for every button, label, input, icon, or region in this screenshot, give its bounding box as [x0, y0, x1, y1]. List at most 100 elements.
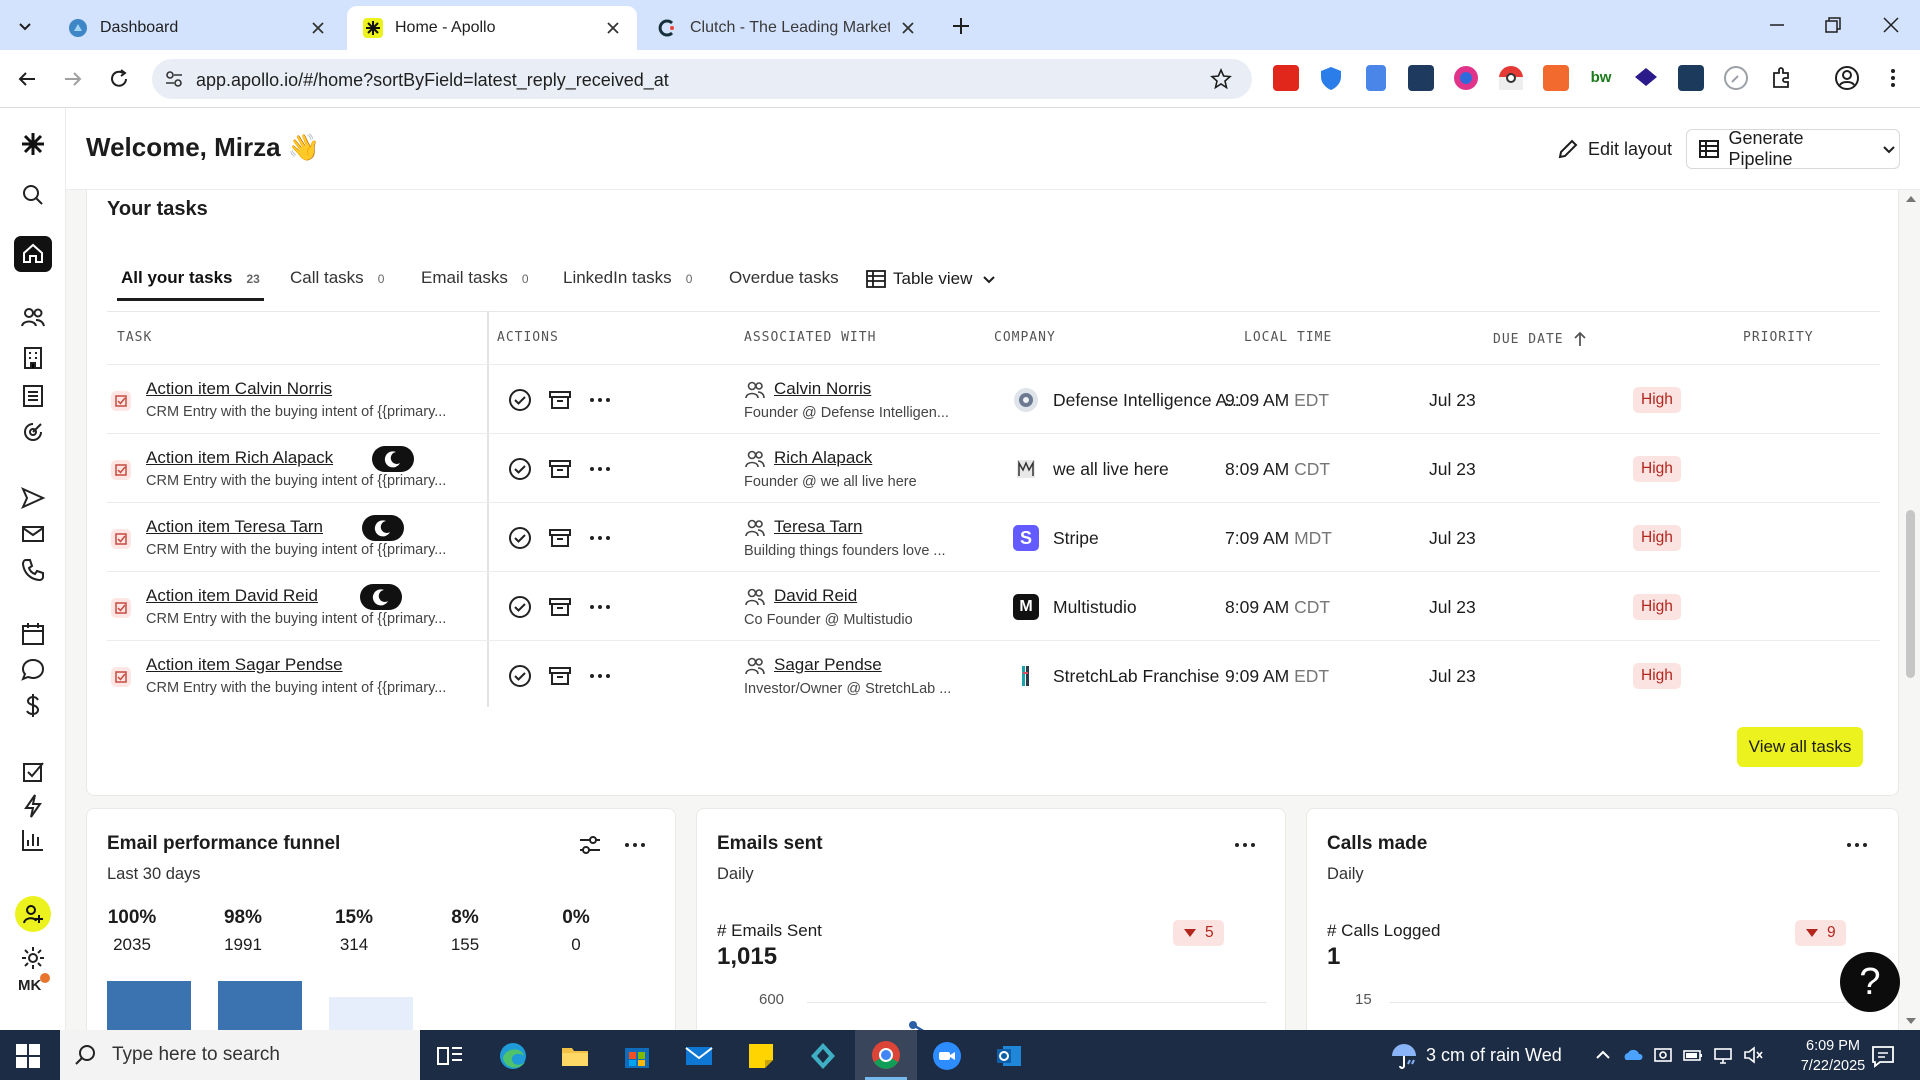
generate-pipeline-dropdown[interactable]: Generate Pipeline [1686, 128, 1900, 169]
chat-icon[interactable] [19, 656, 47, 684]
task-title-link[interactable]: Action item Calvin Norris [146, 379, 332, 399]
funnel-bar[interactable] [218, 981, 302, 1030]
complete-task-icon[interactable] [507, 525, 533, 551]
window-restore-button[interactable] [1820, 12, 1846, 38]
priority-badge[interactable]: High [1633, 594, 1681, 620]
avatar[interactable]: MK [18, 973, 50, 1005]
back-icon[interactable] [14, 66, 40, 92]
col-header-due-date[interactable]: DUE DATE [1493, 330, 1588, 348]
scroll-thumb[interactable] [1906, 510, 1915, 678]
taskbar-chrome-active[interactable] [855, 1030, 917, 1080]
company-name[interactable]: Multistudio [1053, 597, 1137, 618]
outlook-icon[interactable] [993, 1040, 1025, 1072]
company-name[interactable]: StretchLab Franchise [1053, 666, 1219, 687]
more-options-icon[interactable] [587, 594, 613, 620]
task-title-link[interactable]: Action item Rich Alapack [146, 448, 333, 468]
sidebar-item-home[interactable] [14, 236, 52, 272]
radar-icon[interactable] [19, 418, 47, 446]
notifications-icon[interactable] [1870, 1043, 1896, 1069]
mail-icon[interactable] [19, 520, 47, 548]
close-icon[interactable] [603, 18, 623, 38]
taskbar-search-box[interactable]: Type here to search [60, 1030, 420, 1080]
site-settings-icon[interactable] [164, 69, 184, 89]
task-title-link[interactable]: Action item Teresa Tarn [146, 517, 323, 537]
pokeball-extension-icon[interactable] [1498, 65, 1524, 91]
help-button[interactable]: ? [1840, 952, 1900, 1012]
analytics-icon[interactable] [19, 826, 47, 854]
archive-icon[interactable] [547, 456, 573, 482]
scroll-down-icon[interactable] [1905, 1016, 1917, 1026]
more-options-icon[interactable] [587, 456, 613, 482]
task-title-link[interactable]: Action item David Reid [146, 586, 318, 606]
vpn-app-icon[interactable] [807, 1040, 839, 1072]
store-icon[interactable] [621, 1040, 653, 1072]
contact-link[interactable]: Sagar Pendse [774, 655, 882, 675]
archive-icon[interactable] [547, 387, 573, 413]
more-options-icon[interactable] [1845, 835, 1869, 855]
reload-icon[interactable] [106, 66, 132, 92]
meet-now-icon[interactable] [1652, 1044, 1674, 1066]
edge-icon[interactable] [497, 1040, 529, 1072]
apollo-logo-icon[interactable] [19, 130, 47, 158]
more-options-icon[interactable] [587, 387, 613, 413]
tab-search-dropdown[interactable] [12, 13, 38, 39]
forward-icon[interactable] [60, 66, 86, 92]
table-row[interactable]: Action item David Reid CRM Entry with th… [107, 571, 1880, 640]
complete-task-icon[interactable] [507, 594, 533, 620]
task-view-icon[interactable] [434, 1040, 466, 1072]
archive-icon[interactable] [547, 663, 573, 689]
table-row[interactable]: Action item Calvin Norris CRM Entry with… [107, 364, 1880, 433]
funnel-bar[interactable] [107, 981, 191, 1030]
bookmark-star-icon[interactable] [1210, 68, 1232, 90]
contact-link[interactable]: David Reid [774, 586, 857, 606]
calendar-icon[interactable] [19, 620, 47, 648]
view-all-tasks-button[interactable]: View all tasks [1737, 727, 1863, 767]
people-icon[interactable] [19, 304, 47, 332]
more-options-icon[interactable] [587, 525, 613, 551]
table-row[interactable]: Action item Rich Alapack CRM Entry with … [107, 433, 1880, 502]
archive-icon[interactable] [547, 525, 573, 551]
chevron-up-icon[interactable] [1592, 1044, 1614, 1066]
lightning-icon[interactable] [19, 792, 47, 820]
percent-extension-icon[interactable] [1543, 65, 1569, 91]
company-name[interactable]: Defense Intelligence A... [1053, 390, 1242, 411]
company-name[interactable]: Stripe [1053, 528, 1099, 549]
contact-link[interactable]: Calvin Norris [774, 379, 871, 399]
priority-badge[interactable]: High [1633, 456, 1681, 482]
pdf-extension-icon[interactable] [1273, 65, 1299, 91]
table-row[interactable]: Action item Sagar Pendse CRM Entry with … [107, 640, 1880, 709]
complete-task-icon[interactable] [507, 387, 533, 413]
building-icon[interactable] [19, 344, 47, 372]
col-header-company[interactable]: COMPANY [994, 330, 1056, 345]
mail-app-icon[interactable] [683, 1040, 715, 1072]
tab-overdue-tasks[interactable]: Overdue tasks [729, 268, 839, 288]
phone-icon[interactable] [19, 556, 47, 584]
zoom-icon[interactable] [931, 1040, 963, 1072]
add-user-button[interactable] [15, 896, 51, 932]
more-options-icon[interactable] [587, 663, 613, 689]
browser-tab-dashboard[interactable]: Dashboard [52, 6, 342, 50]
list-icon[interactable] [19, 382, 47, 410]
col-header-associated[interactable]: ASSOCIATED WITH [744, 330, 876, 345]
react-devtools-extension-icon[interactable] [1678, 65, 1704, 91]
layers-extension-icon[interactable] [1633, 65, 1659, 91]
docs-extension-icon[interactable] [1366, 65, 1386, 91]
snoozed-badge[interactable] [362, 515, 404, 541]
onedrive-icon[interactable] [1622, 1044, 1644, 1066]
battery-icon[interactable] [1682, 1044, 1704, 1066]
edit-layout-button[interactable]: Edit layout [1556, 130, 1672, 168]
dollar-icon[interactable] [19, 692, 47, 720]
col-header-task[interactable]: TASK [117, 330, 152, 345]
priority-badge[interactable]: High [1633, 663, 1681, 689]
filter-sliders-icon[interactable] [577, 833, 603, 857]
col-header-local-time[interactable]: LOCAL TIME [1244, 330, 1332, 345]
window-minimize-button[interactable] [1764, 12, 1790, 38]
search-icon[interactable] [19, 181, 47, 209]
profile-icon[interactable] [1834, 65, 1860, 91]
table-row[interactable]: Action item Teresa Tarn CRM Entry with t… [107, 502, 1880, 571]
shield-extension-icon[interactable] [1318, 65, 1344, 91]
windows-start-icon[interactable] [16, 1044, 40, 1068]
company-name[interactable]: we all live here [1053, 459, 1169, 480]
window-close-button[interactable] [1878, 12, 1904, 38]
table-view-dropdown[interactable]: Table view [865, 268, 998, 290]
